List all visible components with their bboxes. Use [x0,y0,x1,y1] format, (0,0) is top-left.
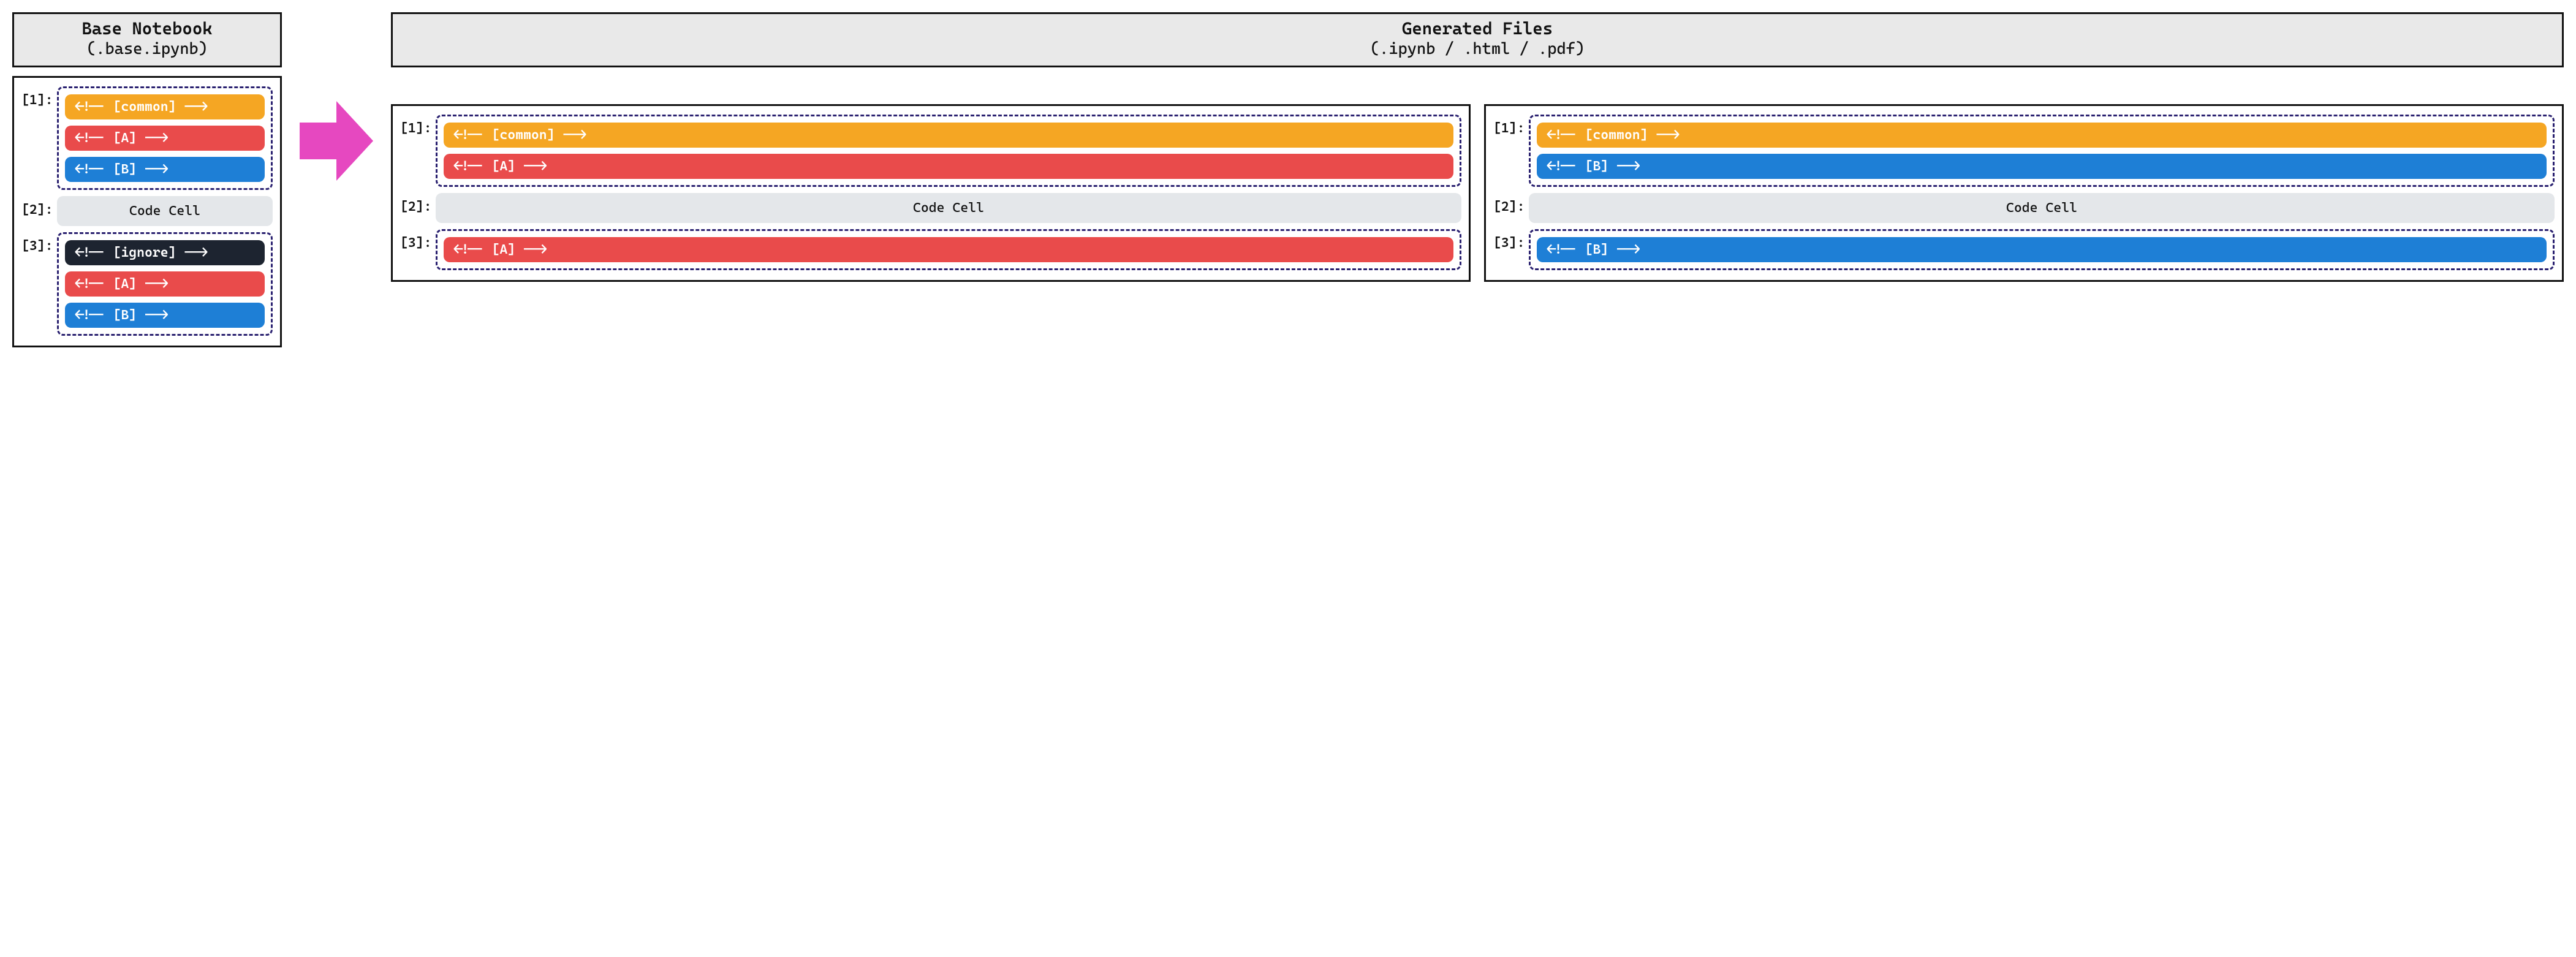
cell-index: [1]: [1493,115,1524,136]
generated-title: Generated Files [400,18,2555,39]
tag-ignore: <!-- [ignore] --> [65,240,265,265]
markdown-group: <!-- [common] --> <!-- [B] --> [1529,115,2555,187]
gen-a-cell-1: [1]: <!-- [common] --> <!-- [A] --> [400,115,1461,187]
gen-a-cell-2: [2]: Code Cell [400,193,1461,223]
cell-index: [1]: [21,86,52,108]
cell-index: [3]: [1493,229,1524,251]
base-cell-3: [3]: <!-- [ignore] --> <!-- [A] --> <!--… [21,232,273,336]
gen-b-cell-2: [2]: Code Cell [1493,193,2555,223]
cell-index: [1]: [400,115,431,136]
markdown-group: <!-- [common] --> <!-- [A] --> [436,115,1461,187]
markdown-group: <!-- [B] --> [1529,229,2555,270]
base-title: Base Notebook [21,18,273,39]
generated-subtitle: (.ipynb / .html / .pdf) [400,39,2555,59]
code-cell: Code Cell [436,193,1461,223]
tag-a: <!-- [A] --> [444,237,1453,262]
tag-b: <!-- [B] --> [1537,237,2547,262]
tag-common: <!-- [common] --> [444,123,1453,148]
tag-common: <!-- [common] --> [1537,123,2547,148]
generated-panel-a: [1]: <!-- [common] --> <!-- [A] --> [2]:… [391,104,1471,282]
tag-common: <!-- [common] --> [65,94,265,119]
cell-index: [2]: [21,196,52,218]
gen-a-cell-3: [3]: <!-- [A] --> [400,229,1461,270]
code-cell: Code Cell [1529,193,2555,223]
cell-index: [3]: [21,232,52,254]
generated-panels-row: [1]: <!-- [common] --> <!-- [A] --> [2]:… [391,104,2564,282]
cell-index: [2]: [1493,193,1524,214]
tag-a: <!-- [A] --> [65,271,265,297]
base-header: Base Notebook (.base.ipynb) [12,12,282,67]
spacer [391,76,2564,104]
generated-header: Generated Files (.ipynb / .html / .pdf) [391,12,2564,67]
markdown-group: <!-- [ignore] --> <!-- [A] --> <!-- [B] … [57,232,273,336]
tag-b: <!-- [B] --> [65,157,265,182]
generated-panel-b: [1]: <!-- [common] --> <!-- [B] --> [2]:… [1484,104,2564,282]
code-cell: Code Cell [57,196,273,226]
base-notebook-column: Base Notebook (.base.ipynb) [1]: <!-- [c… [12,12,282,347]
arrow-container [297,12,376,184]
tag-b: <!-- [B] --> [65,303,265,328]
markdown-group: <!-- [common] --> <!-- [A] --> <!-- [B] … [57,86,273,190]
tag-a: <!-- [A] --> [444,154,1453,179]
cell-index: [3]: [400,229,431,251]
base-cell-1: [1]: <!-- [common] --> <!-- [A] --> <!--… [21,86,273,190]
arrow-right-icon [300,98,373,184]
gen-b-cell-3: [3]: <!-- [B] --> [1493,229,2555,270]
cell-index: [2]: [400,193,431,214]
tag-b: <!-- [B] --> [1537,154,2547,179]
generated-files-column: Generated Files (.ipynb / .html / .pdf) … [391,12,2564,282]
markdown-group: <!-- [A] --> [436,229,1461,270]
gen-b-cell-1: [1]: <!-- [common] --> <!-- [B] --> [1493,115,2555,187]
base-cell-2: [2]: Code Cell [21,196,273,226]
base-subtitle: (.base.ipynb) [21,39,273,59]
tag-a: <!-- [A] --> [65,126,265,151]
base-panel: [1]: <!-- [common] --> <!-- [A] --> <!--… [12,76,282,347]
